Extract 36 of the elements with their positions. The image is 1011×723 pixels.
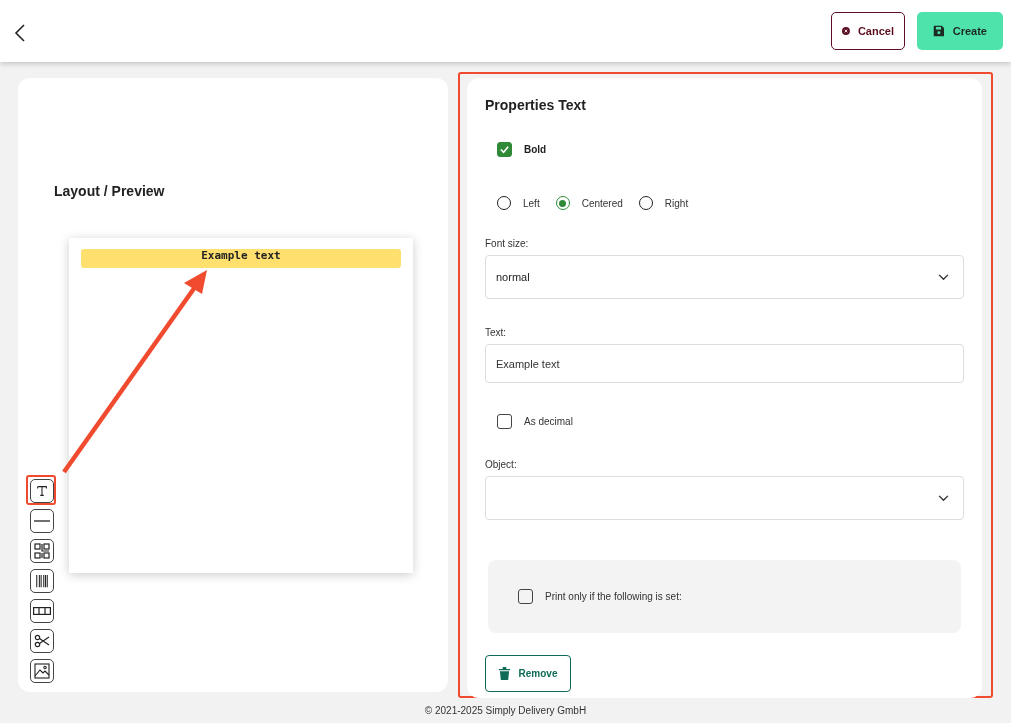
image-icon [34,663,50,679]
remove-button[interactable]: Remove [485,655,571,692]
line-icon [34,519,50,523]
barcode-icon [35,573,49,589]
chevron-down-icon [938,273,949,281]
scissors-icon [34,633,50,649]
text-icon [35,484,49,498]
qr-code-icon [34,543,50,559]
alignment-label: Left [523,197,540,209]
text-label: Text: [485,327,507,338]
text-input[interactable]: Example text [485,344,964,383]
text-tool-button[interactable] [26,475,56,505]
print-condition-checkbox[interactable] [518,589,533,604]
bold-checkbox[interactable] [497,142,512,157]
print-condition-label: Print only if the following is set: [545,591,682,602]
as-decimal-label: As decimal [524,416,573,427]
save-icon [933,24,945,38]
chevron-down-icon [938,494,949,502]
alignment-label: Right [664,197,689,209]
as-decimal-checkbox[interactable] [497,414,512,429]
object-label: Object: [485,459,517,470]
cancel-button[interactable]: Cancel [831,12,905,50]
copyright-text: © 2021-2025 Simply Delivery GmbH [424,705,587,716]
preview-title: Layout / Preview [54,183,165,199]
font-size-select[interactable]: normal [485,255,964,299]
close-icon [842,24,850,38]
check-icon [499,144,510,155]
bold-label: Bold [524,144,547,155]
columns-icon [33,607,51,615]
create-button[interactable]: Create [917,12,1003,50]
back-icon[interactable] [14,23,26,43]
trash-icon [498,667,510,680]
properties-title: Properties Text [485,97,586,113]
text-element[interactable]: Example text [81,249,401,268]
alignment-label: Centered [581,197,623,209]
font-size-label: Font size: [485,238,529,249]
